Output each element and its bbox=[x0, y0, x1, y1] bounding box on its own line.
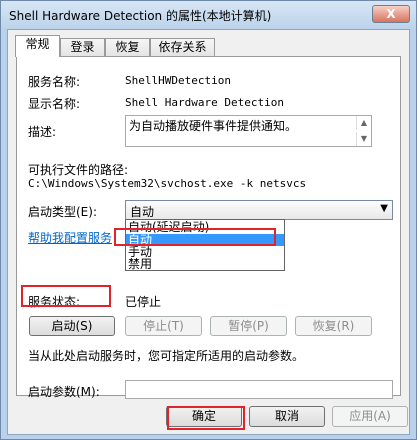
properties-window: Shell Hardware Detection 的属性(本地计算机) X 常规… bbox=[0, 0, 417, 440]
tab-general[interactable]: 常规 bbox=[15, 35, 60, 57]
service-name-value: ShellHWDetection bbox=[125, 74, 231, 87]
apply-button[interactable]: 应用(A) bbox=[332, 406, 408, 427]
resume-button[interactable]: 恢复(R) bbox=[295, 316, 372, 336]
tab-dependencies[interactable]: 依存关系 bbox=[150, 38, 215, 56]
start-button[interactable]: 启动(S) bbox=[29, 316, 115, 336]
option-manual[interactable]: 手动 bbox=[126, 246, 284, 258]
start-params-input[interactable] bbox=[125, 380, 393, 399]
tab-logon[interactable]: 登录 bbox=[60, 38, 105, 56]
option-disabled[interactable]: 禁用 bbox=[126, 258, 284, 270]
startup-type-select[interactable]: 自动 ▼ bbox=[125, 200, 393, 220]
startup-type-dropdown: 自动(延迟启动) 自动 手动 禁用 bbox=[125, 219, 285, 271]
option-auto-delayed[interactable]: 自动(延迟启动) bbox=[126, 221, 284, 233]
close-button[interactable]: X bbox=[372, 5, 410, 23]
startup-type-value: 自动 bbox=[130, 205, 155, 219]
chevron-down-icon[interactable]: ▼ bbox=[380, 203, 388, 214]
service-status-label: 服务状态: bbox=[28, 295, 81, 309]
dialog-client-area: 常规 登录 恢复 依存关系 服务名称: ShellHWDetection 显示名… bbox=[7, 29, 410, 435]
option-auto[interactable]: 自动 bbox=[126, 234, 284, 246]
stop-button[interactable]: 停止(T) bbox=[125, 316, 202, 336]
description-box[interactable]: 为自动播放硬件事件提供通知。 ▲ ▼ bbox=[125, 115, 372, 147]
description-label: 描述: bbox=[28, 125, 57, 139]
exe-path-value: C:\Windows\System32\svchost.exe -k netsv… bbox=[28, 177, 307, 190]
tab-recovery[interactable]: 恢复 bbox=[105, 38, 150, 56]
display-name-value: Shell Hardware Detection bbox=[125, 96, 284, 109]
help-configure-link[interactable]: 帮助我配置服务 bbox=[28, 229, 112, 246]
cancel-button[interactable]: 取消 bbox=[249, 406, 325, 427]
scroll-down-arrow-icon[interactable]: ▼ bbox=[356, 132, 371, 146]
scroll-up-arrow-icon[interactable]: ▲ bbox=[356, 116, 371, 130]
window-title: Shell Hardware Detection 的属性(本地计算机) bbox=[9, 9, 272, 23]
exe-path-label: 可执行文件的路径: bbox=[28, 163, 129, 177]
startup-type-label: 启动类型(E): bbox=[28, 205, 97, 219]
service-name-label: 服务名称: bbox=[28, 75, 81, 89]
display-name-label: 显示名称: bbox=[28, 97, 81, 111]
general-panel: 服务名称: ShellHWDetection 显示名称: Shell Hardw… bbox=[16, 56, 401, 399]
pause-button[interactable]: 暂停(P) bbox=[210, 316, 287, 336]
ok-button[interactable]: 确定 bbox=[166, 406, 242, 427]
service-status-value: 已停止 bbox=[125, 295, 162, 309]
start-params-label: 启动参数(M): bbox=[28, 385, 100, 399]
start-params-hint: 当从此处启动服务时，您可指定所适用的启动参数。 bbox=[28, 349, 305, 363]
title-bar[interactable]: Shell Hardware Detection 的属性(本地计算机) X bbox=[1, 1, 416, 29]
description-text: 为自动播放硬件事件提供通知。 bbox=[129, 119, 298, 133]
